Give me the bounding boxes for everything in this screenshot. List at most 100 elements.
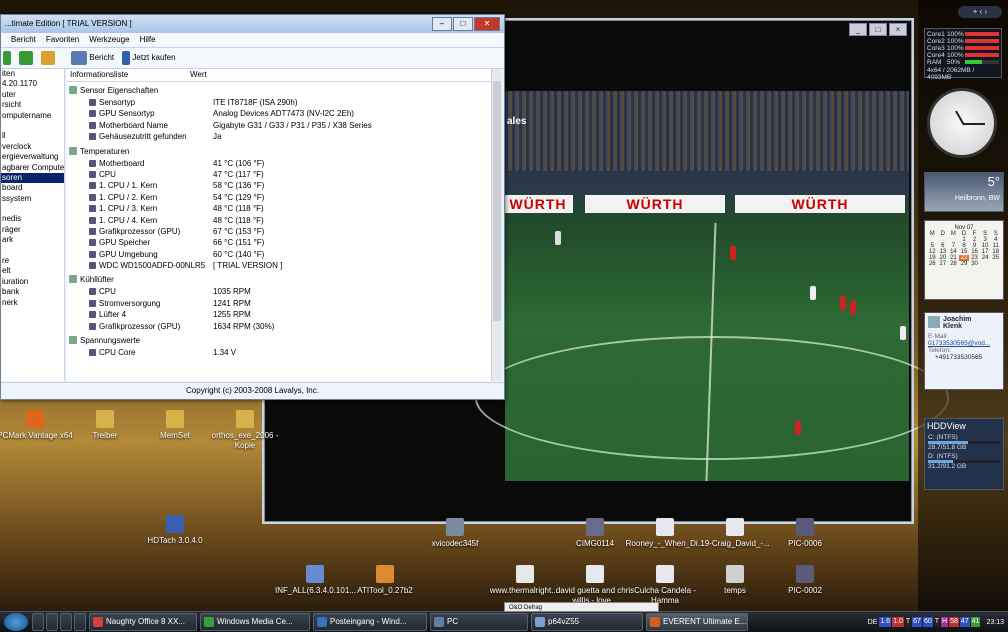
sensor-row[interactable]: Lüfter 4 1255 RPM <box>67 309 491 320</box>
desktop-icon[interactable]: Treiber <box>65 410 145 441</box>
tree-item[interactable]: verclock <box>1 142 64 152</box>
taskbar-button[interactable]: EVERENT Ultimate E... <box>646 613 748 631</box>
menu-bericht[interactable]: Bericht <box>11 33 36 47</box>
taskbar-button[interactable]: PC <box>430 613 528 631</box>
sensor-row[interactable]: 1. CPU / 2. Kern 54 °C (129 °F) <box>67 192 491 203</box>
scrollbar[interactable] <box>491 69 502 381</box>
desktop-icon[interactable]: david guetta and chris willis - love... <box>555 565 635 606</box>
sensor-group-header[interactable]: Spannungswerte <box>67 335 491 347</box>
tree-item[interactable]: räger <box>1 225 64 235</box>
desktop-icon[interactable]: CIMG0114 <box>555 518 635 549</box>
weather-gadget[interactable]: 5° Heilbronn, BW <box>924 172 1004 212</box>
calendar-day[interactable] <box>980 261 991 267</box>
quick-launch-icon[interactable] <box>60 613 72 631</box>
desktop-icon[interactable]: INF_ALL(6.3.4.0.101... <box>275 565 356 596</box>
maximize-button[interactable]: □ <box>453 17 473 31</box>
tree-item[interactable]: ll <box>1 131 64 141</box>
sensor-group-header[interactable]: Sensor Eigenschaften <box>67 85 491 97</box>
tree-item[interactable]: re <box>1 256 64 266</box>
email-link[interactable]: 01733530565@vod... <box>925 340 1003 347</box>
sensor-row[interactable]: 1. CPU / 1. Kern 58 °C (136 °F) <box>67 180 491 191</box>
report-button[interactable]: Bericht <box>71 51 114 65</box>
sensor-row[interactable]: CPU Core 1.34 V <box>67 347 491 358</box>
tray-indicator[interactable]: 47 <box>959 617 970 627</box>
calendar-day[interactable]: 27 <box>938 261 949 267</box>
quick-launch-icon[interactable] <box>32 613 44 631</box>
sensor-row[interactable]: 1. CPU / 3. Kern 48 °C (118 °F) <box>67 203 491 214</box>
sensor-row[interactable]: Grafikprozessor (GPU) 67 °C (153 °F) <box>67 226 491 237</box>
desktop-icon[interactable]: PIC-0006 <box>765 518 845 549</box>
tray-indicator[interactable]: 1.0 <box>892 617 904 627</box>
desktop-icon[interactable]: PIC-0002 <box>765 565 845 596</box>
sensor-row[interactable]: GPU Sensortyp Analog Devices ADT7473 (NV-… <box>67 108 491 119</box>
hdd-view-gadget[interactable]: HDDView C: (NTFS) 28.7/51.8 GB D: (NTFS) 31.2/… <box>924 418 1004 490</box>
close-button[interactable]: ✕ <box>474 17 500 31</box>
sensor-row[interactable]: GPU Umgebung 60 °C (140 °F) <box>67 249 491 260</box>
desktop-icon[interactable]: MemSet <box>135 410 215 441</box>
everest-window[interactable]: ...timate Edition [ TRIAL VERSION ] – □ … <box>0 14 505 400</box>
tray-indicator[interactable]: 41 <box>970 617 981 627</box>
sensor-row[interactable]: Grafikprozessor (GPU) 1634 RPM (30%) <box>67 321 491 332</box>
taskbar-button[interactable]: p64vZ55 <box>531 613 643 631</box>
tree-item[interactable]: uter <box>1 90 64 100</box>
tray-indicator[interactable]: H <box>941 617 949 627</box>
desktop-icon[interactable]: temps <box>695 565 775 596</box>
tree-item[interactable]: rsicht <box>1 100 64 110</box>
tree-item[interactable]: 4.20.1170 <box>1 79 64 89</box>
calendar-day[interactable]: 30 <box>969 261 980 267</box>
sensor-row[interactable]: Motherboard Name Gigabyte G31 / G33 / P31… <box>67 120 491 131</box>
sensor-row[interactable]: Motherboard 41 °C (106 °F) <box>67 158 491 169</box>
tree-item[interactable]: agbarer Computer <box>1 163 64 173</box>
tree-item[interactable]: ark <box>1 235 64 245</box>
calendar-day[interactable] <box>990 261 1001 267</box>
menu-hilfe[interactable]: Hilfe <box>140 33 156 47</box>
calendar-gadget[interactable]: Nov 07 M D M D F S S 1 2 3 4 5 6 7 8 9 10 11 12 13 14 15 16 17 18… <box>924 220 1004 300</box>
sensor-row[interactable]: WDC WD1500ADFD-00NLR5 [ TRIAL VERSION ] <box>67 260 491 271</box>
drive-entry[interactable]: C: (NTFS) 28.7/51.8 GB <box>925 433 1003 452</box>
video-frame[interactable]: ales WÜRTH WÜRTH WÜRTH <box>475 91 949 481</box>
forward-arrow-icon[interactable] <box>3 51 11 65</box>
start-button[interactable] <box>4 613 28 631</box>
clock-gadget[interactable] <box>927 88 997 158</box>
tree-item[interactable] <box>1 121 64 131</box>
minimize-button[interactable]: – <box>432 17 452 31</box>
scroll-thumb[interactable] <box>493 81 501 321</box>
tree-item[interactable]: elt <box>1 266 64 276</box>
sensor-row[interactable]: GPU Speicher 66 °C (151 °F) <box>67 237 491 248</box>
cpu-meter-gadget[interactable]: Core1 100% Core2 100% Core3 100% Core4 100% RAM 5… <box>924 28 1002 81</box>
taskbar-button[interactable]: Posteingang - Wind... <box>313 613 427 631</box>
quick-launch-icon[interactable] <box>74 613 86 631</box>
tray-indicator[interactable]: 1.6 <box>879 617 892 627</box>
desktop-icon[interactable]: 19-Craig_David_-... <box>695 518 775 549</box>
tree-item[interactable]: bank <box>1 287 64 297</box>
calendar-day[interactable]: 28 <box>948 261 959 267</box>
tray-indicator[interactable]: 60 <box>922 617 933 627</box>
navigation-tree[interactable]: iten 4.20.1170 uter rsicht omputername ll verc… <box>1 69 65 381</box>
language-indicator[interactable]: DE <box>868 619 878 626</box>
drive-entry[interactable]: D: (NTFS) 31.2/91.2 GB <box>925 452 1003 471</box>
menu-favoriten[interactable]: Favoriten <box>46 33 79 47</box>
tray-indicator[interactable]: T <box>904 617 912 627</box>
tree-item[interactable]: nerk <box>1 298 64 308</box>
desktop-icon[interactable]: www.thermalright.... <box>485 565 565 596</box>
sensor-row[interactable]: Gehäusezutritt gefunden Ja <box>67 131 491 142</box>
desktop-icon[interactable]: orthos_exe_2006 - Kopie <box>205 410 285 451</box>
sensor-group-header[interactable]: Temperaturen <box>67 146 491 158</box>
buy-button[interactable]: Jetzt kaufen <box>122 51 176 65</box>
calendar-day[interactable]: 26 <box>927 261 938 267</box>
tree-item[interactable]: nedis <box>1 214 64 224</box>
close-button[interactable]: × <box>889 23 907 36</box>
users-icon[interactable] <box>41 51 55 65</box>
tree-item[interactable]: ssystem <box>1 194 64 204</box>
desktop-icon[interactable]: ATITool_0.27b2 <box>345 565 425 596</box>
clock[interactable]: 23:13 <box>986 619 1004 626</box>
quick-launch-icon[interactable] <box>46 613 58 631</box>
tree-item[interactable]: omputername <box>1 111 64 121</box>
sensor-row[interactable]: Stromversorgung 1241 RPM <box>67 298 491 309</box>
desktop-icon[interactable]: HDTach 3.0.4.0 <box>135 515 215 546</box>
sensor-group-header[interactable]: Kühllüfter <box>67 274 491 286</box>
sensor-list[interactable]: Informationsliste Wert Sensor Eigenschaf… <box>67 69 491 381</box>
tree-item[interactable]: soren <box>1 172 64 184</box>
desktop-icon[interactable]: PCMark Vantage x64 <box>0 410 75 441</box>
refresh-icon[interactable] <box>19 51 33 65</box>
